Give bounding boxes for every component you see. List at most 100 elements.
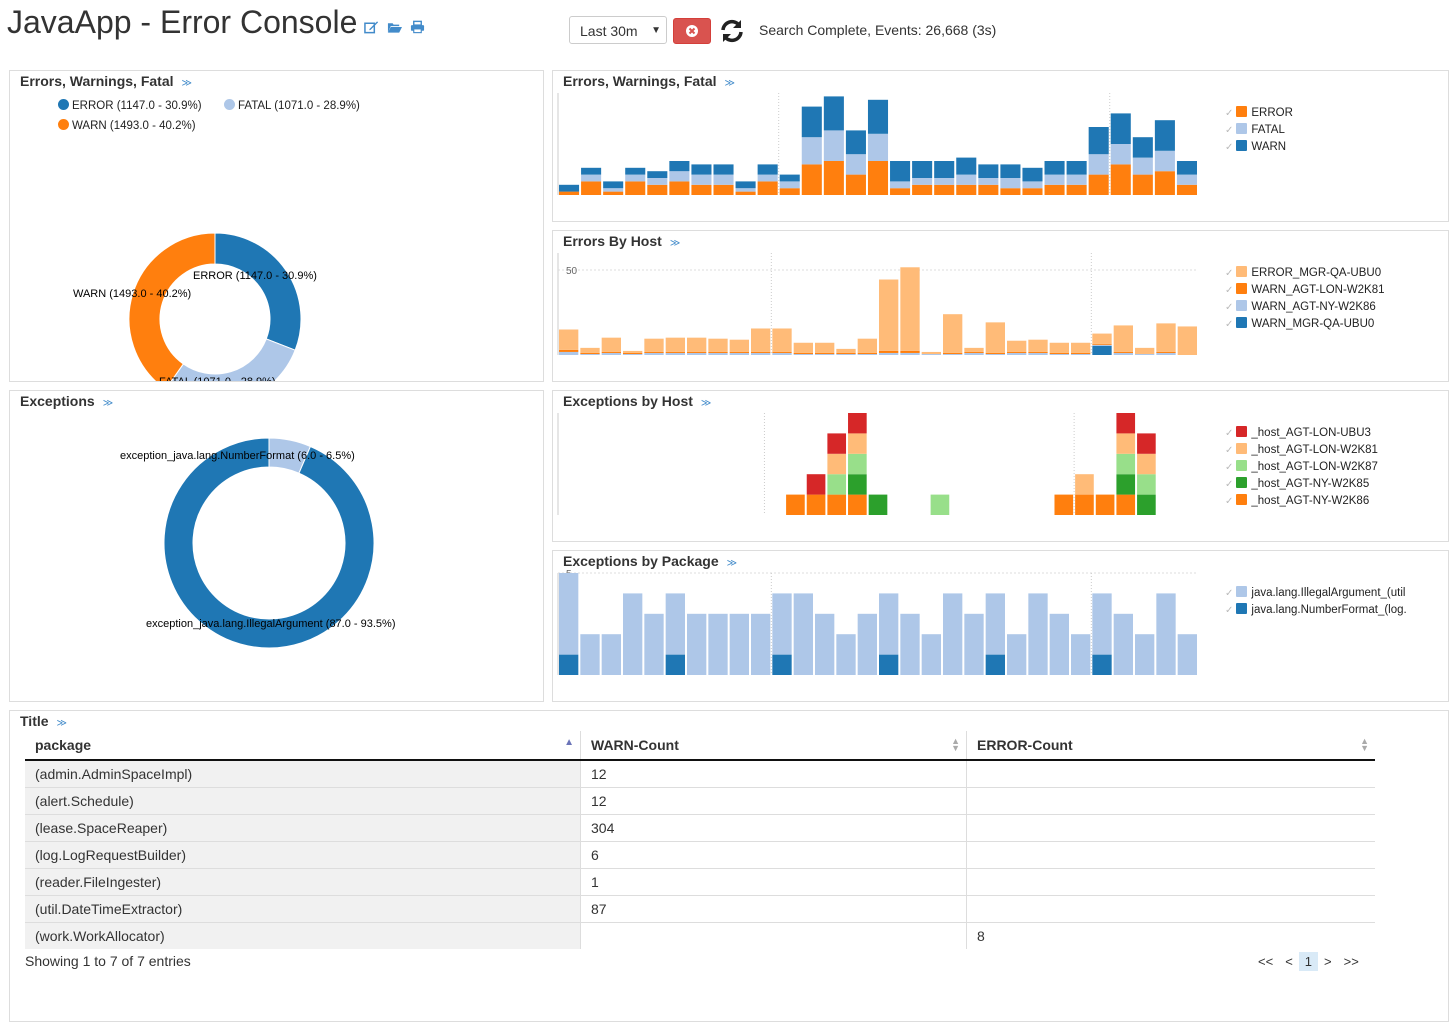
bar-segment[interactable] — [687, 352, 707, 355]
bar-segment[interactable] — [580, 634, 600, 675]
donut-slice-exception_java.lang.illegalargument[interactable] — [163, 437, 375, 649]
pager-first[interactable]: << — [1252, 952, 1279, 971]
bar-segment[interactable] — [1071, 353, 1091, 355]
bar-segment[interactable] — [827, 453, 847, 475]
bar-segment[interactable] — [751, 351, 771, 353]
table-row[interactable]: (reader.FileIngester) 1 — [25, 868, 1375, 896]
column-header-package[interactable]: package ▲ — [25, 731, 581, 761]
legend-item[interactable]: ✓ FATAL — [1225, 123, 1285, 136]
bar-segment[interactable] — [836, 348, 856, 353]
bar-segment[interactable] — [1137, 474, 1156, 495]
bar-segment[interactable] — [1022, 181, 1043, 189]
bar-segment[interactable] — [751, 613, 771, 675]
bar-segment[interactable] — [1113, 325, 1133, 352]
bar-segment[interactable] — [691, 184, 712, 195]
bar-segment[interactable] — [890, 188, 911, 195]
bar-segment[interactable] — [848, 453, 867, 475]
bar-segment[interactable] — [1177, 634, 1197, 675]
bar-segment[interactable] — [757, 181, 778, 195]
bar-segment[interactable] — [1137, 433, 1156, 454]
bar-segment[interactable] — [603, 191, 624, 195]
bar-segment[interactable] — [1176, 161, 1197, 175]
donut-slice-error[interactable] — [214, 232, 302, 351]
table-row[interactable]: (work.WorkAllocator) 8 — [25, 922, 1375, 949]
bar-segment[interactable] — [669, 171, 690, 182]
legend-warn[interactable]: WARN (1493.0 - 40.2%) — [58, 119, 196, 132]
bar-segment[interactable] — [827, 474, 847, 495]
legend-item[interactable]: ✓ _host_AGT-LON-W2K81 — [1225, 443, 1378, 456]
bar-segment[interactable] — [625, 167, 646, 175]
table-row[interactable]: (lease.SpaceReaper) 304 — [25, 814, 1375, 842]
time-range-select[interactable]: Last 30m ▼ — [569, 16, 667, 44]
bar-segment[interactable] — [1066, 174, 1087, 185]
bar-segment[interactable] — [625, 181, 646, 195]
bar-segment[interactable] — [559, 573, 579, 655]
bar-segment[interactable] — [943, 314, 963, 353]
bar-segment[interactable] — [857, 353, 877, 355]
bar-segment[interactable] — [1113, 351, 1133, 353]
bar-segment[interactable] — [806, 494, 826, 515]
bar-segment[interactable] — [978, 184, 999, 195]
bar-segment[interactable] — [793, 353, 813, 355]
bar-segment[interactable] — [1110, 144, 1131, 165]
bar-segment[interactable] — [934, 178, 955, 185]
bar-segment[interactable] — [1049, 353, 1069, 355]
bar-segment[interactable] — [921, 634, 941, 675]
bar-segment[interactable] — [644, 613, 664, 675]
bar-segment[interactable] — [735, 181, 756, 189]
legend-item[interactable]: ✓ WARN — [1225, 140, 1286, 153]
bar-segment[interactable] — [559, 191, 580, 195]
bar-segment[interactable] — [559, 349, 579, 352]
bar-segment[interactable] — [1092, 343, 1112, 345]
bar-segment[interactable] — [1044, 161, 1065, 175]
bar-segment[interactable] — [1075, 474, 1094, 495]
bar-segment[interactable] — [912, 184, 933, 195]
bar-segment[interactable] — [647, 178, 668, 185]
bar-segment[interactable] — [1007, 340, 1027, 352]
bar-segment[interactable] — [669, 181, 690, 195]
bar-segment[interactable] — [879, 279, 899, 351]
bar-segment[interactable] — [687, 337, 707, 352]
bar-segment[interactable] — [647, 184, 668, 195]
bar-segment[interactable] — [921, 351, 941, 354]
bar-segment[interactable] — [1000, 178, 1021, 189]
bar-segment[interactable] — [647, 171, 668, 178]
donut-slice-warn[interactable] — [128, 232, 216, 381]
bar-segment[interactable] — [801, 164, 822, 195]
bar-segment[interactable] — [1132, 137, 1153, 158]
bar-segment[interactable] — [1116, 453, 1136, 475]
bar-segment[interactable] — [644, 352, 664, 355]
bar-segment[interactable] — [581, 181, 602, 195]
bar-segment[interactable] — [1088, 174, 1109, 195]
pager-page-1[interactable]: 1 — [1298, 952, 1319, 971]
chevron-down-icon[interactable]: ≫ — [57, 718, 67, 729]
bar-segment[interactable] — [580, 352, 600, 354]
bar-segment[interactable] — [779, 188, 800, 195]
legend-item[interactable]: ✓ ERROR_MGR-QA-UBU0 — [1225, 266, 1381, 279]
bar-segment[interactable] — [772, 352, 792, 355]
bar-segment[interactable] — [623, 593, 643, 675]
bar-segment[interactable] — [930, 494, 950, 515]
bar-segment[interactable] — [985, 352, 1005, 354]
bar-segment[interactable] — [985, 654, 1005, 675]
print-icon[interactable] — [410, 20, 425, 34]
bar-segment[interactable] — [934, 184, 955, 195]
bar-segment[interactable] — [1137, 453, 1156, 475]
pager-prev[interactable]: < — [1279, 952, 1299, 971]
bar-segment[interactable] — [1154, 171, 1175, 195]
bar-segment[interactable] — [580, 347, 600, 353]
bar-segment[interactable] — [1116, 433, 1136, 454]
pager-next[interactable]: > — [1318, 952, 1338, 971]
bar-segment[interactable] — [956, 184, 977, 195]
chevron-down-icon[interactable]: ≫ — [103, 398, 113, 409]
bar-segment[interactable] — [1092, 593, 1112, 655]
bar-segment[interactable] — [1135, 634, 1155, 675]
bar-segment[interactable] — [603, 188, 624, 192]
bar-segment[interactable] — [1022, 167, 1043, 182]
bar-segment[interactable] — [985, 322, 1005, 353]
bar-segment[interactable] — [845, 130, 866, 155]
bar-segment[interactable] — [665, 337, 685, 352]
chevron-down-icon[interactable]: ≫ — [701, 398, 711, 409]
bar-segment[interactable] — [735, 188, 756, 192]
bar-segment[interactable] — [1028, 593, 1048, 675]
